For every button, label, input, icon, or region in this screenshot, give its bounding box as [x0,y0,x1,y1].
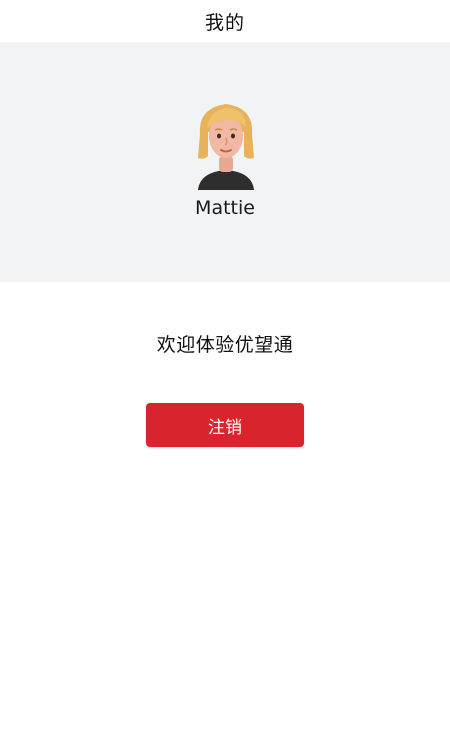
user-avatar-icon [190,98,262,190]
username-label: Mattie [195,197,255,219]
profile-panel: Mattie [0,42,450,282]
page-title: 我的 [204,11,245,34]
welcome-message: 欢迎体验优望通 [156,334,294,356]
profile-page: 我的 Mattie 欢迎体验优望通 注销 [0,0,450,750]
logout-button[interactable]: 注销 [146,403,304,447]
avatar-illustration [198,104,254,190]
page-header: 我的 [0,0,450,42]
